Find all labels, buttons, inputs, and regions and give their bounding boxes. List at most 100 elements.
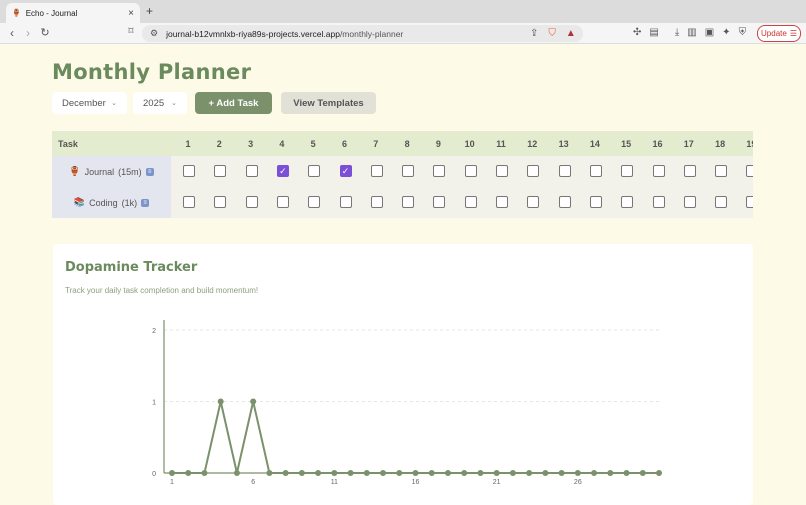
day-checkbox-8[interactable] — [402, 196, 415, 208]
day-checkbox-14[interactable] — [589, 196, 602, 208]
day-checkbox-10[interactable] — [464, 196, 477, 208]
day-checkbox-15[interactable] — [621, 165, 634, 177]
data-point — [444, 470, 451, 476]
year-select[interactable]: 2025 ⌄ — [133, 92, 187, 114]
data-point — [363, 470, 370, 476]
day-header-7: 7 — [373, 139, 379, 149]
day-header-10: 10 — [464, 139, 475, 149]
day-checkbox-12[interactable] — [527, 165, 540, 177]
menu-icon: ☰ — [789, 29, 797, 38]
day-checkbox-13[interactable] — [558, 165, 571, 177]
y-tick-label: 0 — [152, 471, 156, 478]
address-bar[interactable]: ⚙ journal-b12vmnlxb-riya89s-projects.ver… — [142, 25, 583, 42]
day-checkbox-17[interactable] — [683, 196, 696, 208]
day-checkbox-17[interactable] — [683, 165, 696, 177]
day-header-9: 9 — [435, 139, 441, 149]
day-checkbox-3[interactable] — [245, 196, 258, 208]
tab-close-icon[interactable]: × — [128, 8, 134, 19]
data-point — [623, 470, 630, 476]
share-icon[interactable]: ⇪ — [530, 28, 538, 39]
x-tick-label: 16 — [412, 479, 420, 486]
new-tab-button[interactable]: + — [146, 4, 153, 18]
day-checkbox-16[interactable] — [652, 196, 665, 208]
day-checkbox-11[interactable] — [496, 196, 508, 208]
day-header-8: 8 — [404, 139, 410, 149]
data-point — [477, 470, 484, 476]
extensions-icon[interactable]: ✣ — [633, 27, 641, 38]
day-checkbox-6[interactable] — [339, 196, 352, 208]
year-value: 2025 — [143, 97, 165, 109]
data-point — [607, 470, 614, 476]
reload-icon[interactable]: ↻ — [38, 26, 52, 39]
day-header-3: 3 — [248, 139, 254, 149]
favicon-icon: 🏺 — [12, 10, 21, 17]
data-point — [380, 470, 387, 476]
planner-grid: Task 12345678910111213141516171819 🏺 Jou… — [52, 131, 753, 219]
data-point — [526, 470, 533, 476]
day-checkbox-9[interactable] — [433, 196, 446, 208]
day-checkbox-10[interactable] — [464, 165, 477, 177]
url-host: journal-b12vmnlxb-riya89s-projects.verce… — [166, 28, 340, 39]
task-day-cells: ✓ ✓ — [171, 156, 753, 187]
day-checkbox-14[interactable] — [589, 165, 602, 177]
day-checkbox-6[interactable]: ✓ — [339, 165, 352, 177]
day-checkbox-7[interactable] — [370, 165, 383, 177]
day-checkbox-16[interactable] — [652, 165, 665, 177]
x-tick-label: 11 — [331, 479, 338, 486]
day-checkbox-15[interactable] — [621, 196, 634, 208]
day-header-15: 15 — [621, 139, 632, 149]
task-edit-icon[interactable]: ≡ — [141, 198, 150, 207]
day-checkbox-12[interactable] — [527, 196, 540, 208]
add-task-button[interactable]: + Add Task — [195, 92, 272, 114]
x-tick-label: 26 — [574, 479, 582, 486]
brave-shield-icon[interactable]: ⛉ — [548, 28, 556, 39]
download-icon[interactable]: ⤓ — [675, 27, 679, 38]
day-checkbox-18[interactable] — [715, 196, 728, 208]
task-edit-icon[interactable]: ≡ — [145, 167, 154, 176]
bookmark-icon[interactable]: ⌑ — [124, 26, 138, 37]
data-point — [185, 470, 192, 476]
day-checkbox-1[interactable] — [183, 196, 195, 208]
sidebar-icon[interactable]: ▥ — [687, 27, 696, 38]
day-checkbox-9[interactable] — [433, 165, 446, 177]
vpn-icon[interactable]: ⛨ — [739, 27, 747, 38]
day-checkbox-4[interactable] — [276, 196, 289, 208]
task-name-cell[interactable]: 🏺 Journal (15m) ≡ — [52, 156, 171, 187]
day-checkbox-13[interactable] — [558, 196, 571, 208]
forward-icon[interactable]: › — [21, 26, 35, 40]
data-point — [201, 470, 208, 476]
back-icon[interactable]: ‹ — [5, 26, 19, 40]
day-checkbox-18[interactable] — [715, 165, 728, 177]
brave-rewards-icon[interactable]: ▲ — [566, 28, 576, 39]
site-settings-icon[interactable]: ⚙ — [150, 28, 158, 39]
browser-tab[interactable]: 🏺 Echo - Journal × — [6, 3, 140, 23]
data-point — [250, 398, 257, 405]
day-checkbox-19[interactable] — [746, 165, 753, 177]
day-checkbox-11[interactable] — [496, 165, 508, 177]
day-checkbox-1[interactable] — [183, 165, 195, 177]
wallet-icon[interactable]: ▣ — [705, 27, 714, 38]
day-checkbox-2[interactable] — [214, 196, 227, 208]
view-templates-button[interactable]: View Templates — [281, 92, 376, 114]
day-header-12: 12 — [527, 139, 538, 149]
day-checkbox-4[interactable]: ✓ — [276, 165, 289, 177]
x-tick-label: 21 — [493, 479, 501, 486]
task-row: 🏺 Journal (15m) ≡ ✓ ✓ — [52, 156, 753, 187]
day-checkbox-2[interactable] — [214, 165, 227, 177]
month-select[interactable]: December ⌄ — [52, 92, 127, 114]
task-name-cell[interactable]: 📚 Coding (1k) ≡ — [52, 187, 171, 218]
reader-icon[interactable]: ▤ — [649, 27, 658, 38]
day-checkbox-19[interactable] — [746, 196, 753, 208]
day-checkbox-5[interactable] — [308, 165, 321, 177]
leo-icon[interactable]: ✦ — [722, 27, 730, 38]
day-checkbox-5[interactable] — [308, 196, 321, 208]
dopamine-tracker-card: Dopamine Tracker Track your daily task c… — [53, 244, 753, 505]
month-value: December — [62, 97, 106, 109]
day-checkbox-3[interactable] — [245, 165, 258, 177]
day-checkbox-7[interactable] — [370, 196, 383, 208]
data-point — [574, 470, 581, 476]
day-checkbox-8[interactable] — [402, 165, 415, 177]
task-emoji-icon: 🏺 — [69, 166, 81, 176]
tab-strip: 🏺 Echo - Journal × + — [0, 0, 806, 23]
update-button[interactable]: Update ☰ — [757, 25, 801, 42]
